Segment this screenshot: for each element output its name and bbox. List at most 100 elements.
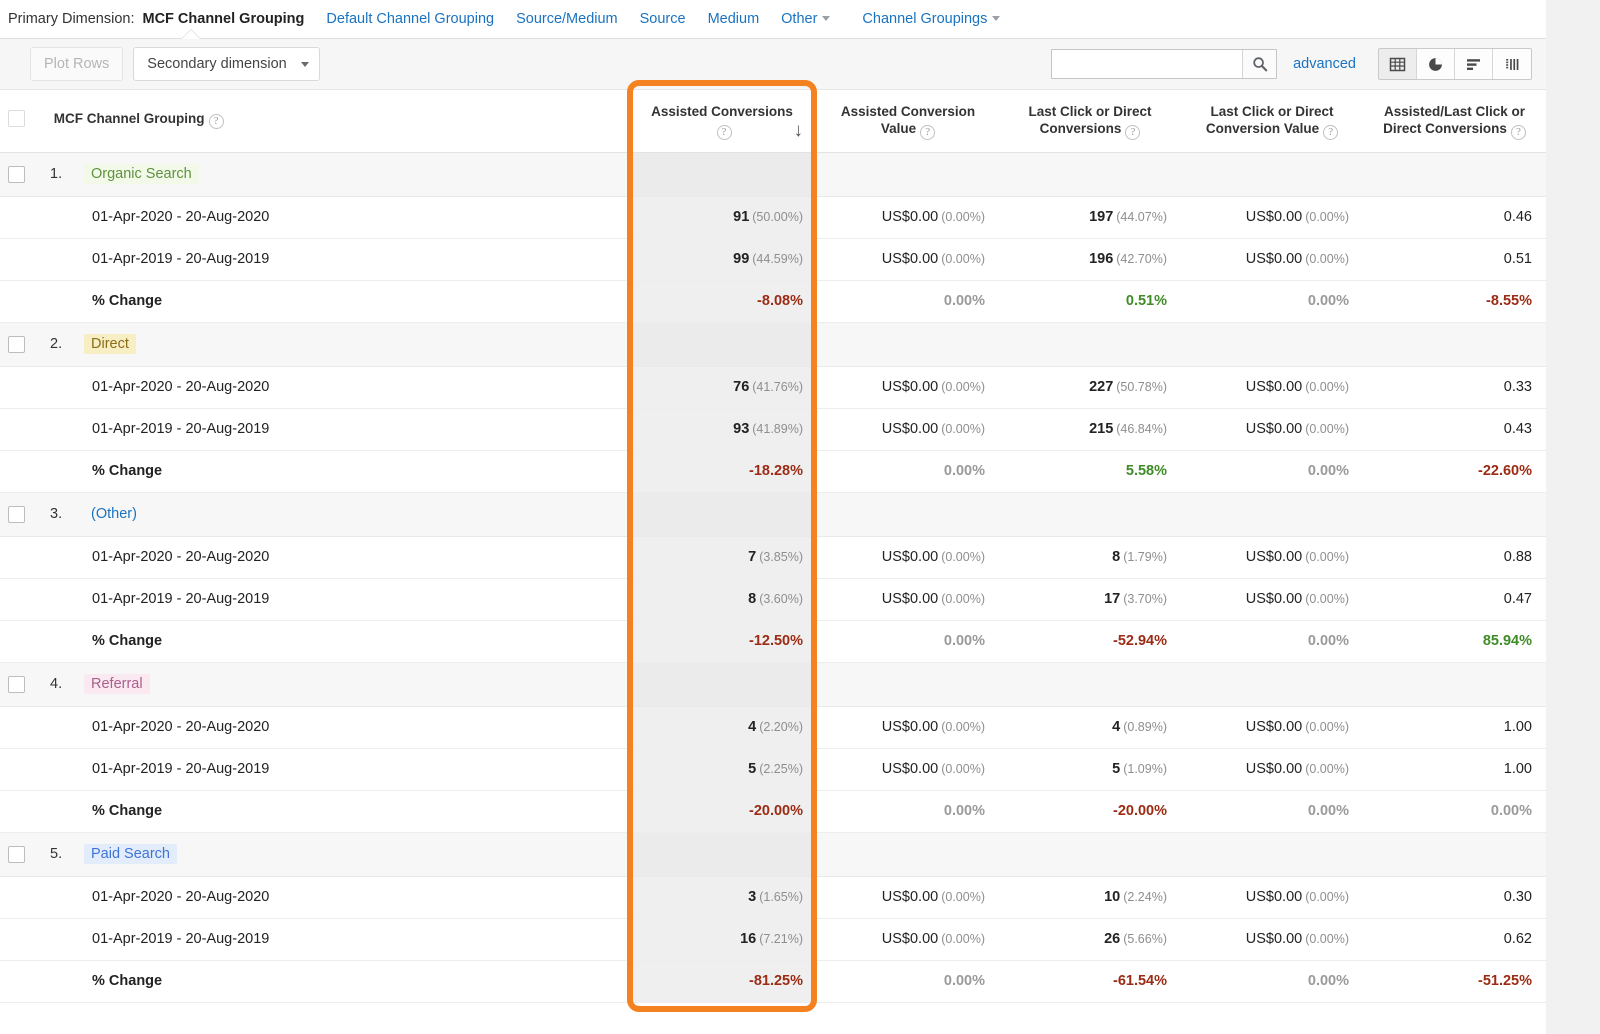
last-click-conversions-percent: (3.70%)	[1123, 592, 1167, 606]
select-all-checkbox[interactable]	[8, 110, 25, 127]
ratio-cell: 0.51	[1363, 238, 1546, 280]
date-range-cell: 01-Apr-2020 - 20-Aug-2020	[0, 196, 627, 238]
assisted-conversions-percent: (7.21%)	[759, 932, 803, 946]
search-input[interactable]	[1052, 50, 1242, 78]
date-range-label: 01-Apr-2020 - 20-Aug-2020	[92, 209, 269, 225]
last-click-conversions-value: 227	[1089, 379, 1113, 395]
date-range-cell: 01-Apr-2019 - 20-Aug-2019	[0, 238, 627, 280]
channel-group-row: 3.(Other)	[0, 492, 1546, 536]
help-icon[interactable]: ?	[717, 125, 732, 140]
column-header-dimension[interactable]: MCF Channel Grouping?	[0, 90, 627, 152]
assisted-conversion-value-percent: (0.00%)	[941, 720, 985, 734]
column-header-last-click-conversion-value[interactable]: Last Click or Direct Conversion Value?	[1181, 90, 1363, 152]
group-last-click-conversions-cell	[999, 662, 1181, 706]
assisted-conversion-value-percent: (0.00%)	[941, 210, 985, 224]
last-click-conversions-cell: 227(50.78%)	[999, 366, 1181, 408]
primary-dimension-other-menu[interactable]: Other	[781, 11, 830, 27]
primary-dimension-source-medium[interactable]: Source/Medium	[516, 11, 618, 27]
last-click-conversion-value-percent: (0.00%)	[1305, 210, 1349, 224]
last-click-conversions-percent: (0.89%)	[1123, 720, 1167, 734]
pivot-view-button[interactable]	[1493, 49, 1531, 79]
assisted-conversion-value-value: US$0.00	[882, 251, 938, 267]
toolbar-right-group: advanced	[1051, 48, 1532, 80]
last-click-conversions-percent: (44.07%)	[1116, 210, 1167, 224]
table-row: 01-Apr-2019 - 20-Aug-20198(3.60%)US$0.00…	[0, 578, 1546, 620]
assisted-conversion-value-value: US$0.00	[882, 931, 938, 947]
assisted-conversion-value-value: US$0.00	[882, 379, 938, 395]
assisted-conversion-value-cell: US$0.00(0.00%)	[817, 366, 999, 408]
assisted-conversions-value: 4	[748, 719, 756, 735]
secondary-dimension-button[interactable]: Secondary dimension	[133, 47, 319, 81]
assisted-conversion-value-value: US$0.00	[882, 549, 938, 565]
last-click-conversion-value-value: US$0.00	[1246, 209, 1302, 225]
assisted-conversions-change-cell: -18.28%	[627, 450, 817, 492]
group-last-click-conversions-cell	[999, 832, 1181, 876]
channel-name-link[interactable]: (Other)	[84, 504, 144, 524]
column-header-assisted-conversion-value[interactable]: Assisted Conversion Value?	[817, 90, 999, 152]
date-range-label: 01-Apr-2019 - 20-Aug-2019	[92, 761, 269, 777]
table-header: MCF Channel Grouping? Assisted Conversio…	[0, 90, 1546, 152]
advanced-search-link[interactable]: advanced	[1293, 56, 1356, 72]
search-button[interactable]	[1242, 50, 1276, 78]
help-icon[interactable]: ?	[209, 114, 224, 129]
percentage-view-button[interactable]	[1417, 49, 1455, 79]
primary-dimension-source[interactable]: Source	[640, 11, 686, 27]
channel-name-link[interactable]: Direct	[84, 334, 136, 354]
last-click-conversions-cell: 10(2.24%)	[999, 876, 1181, 918]
channel-groupings-menu[interactable]: Channel Groupings	[862, 11, 1000, 27]
column-header-last-click-conversions[interactable]: Last Click or Direct Conversions?	[999, 90, 1181, 152]
channel-group-cell: 3.(Other)	[0, 492, 627, 536]
group-ratio-cell	[1363, 662, 1546, 706]
column-header-assisted-last-click-ratio[interactable]: Assisted/Last Click or Direct Conversion…	[1363, 90, 1546, 152]
group-assisted-conversions-cell	[627, 832, 817, 876]
row-index: 5.	[50, 846, 84, 862]
row-checkbox[interactable]	[8, 166, 25, 183]
assisted-conversions-table: MCF Channel Grouping? Assisted Conversio…	[0, 90, 1546, 1003]
table-view-button[interactable]	[1379, 49, 1417, 79]
ratio-cell: 0.62	[1363, 918, 1546, 960]
assisted-conversions-change-value: -18.28%	[749, 463, 803, 479]
percent-change-label-cell: % Change	[0, 790, 627, 832]
help-icon[interactable]: ?	[920, 125, 935, 140]
group-last-click-conversion-value-cell	[1181, 152, 1363, 196]
help-icon[interactable]: ?	[1323, 125, 1338, 140]
last-click-conversion-value-value: US$0.00	[1246, 421, 1302, 437]
channel-name-link[interactable]: Paid Search	[84, 844, 177, 864]
sort-descending-icon[interactable]: ↓	[794, 121, 804, 140]
group-ratio-cell	[1363, 832, 1546, 876]
last-click-conversion-value-value: US$0.00	[1246, 591, 1302, 607]
help-icon[interactable]: ?	[1125, 125, 1140, 140]
group-last-click-conversion-value-cell	[1181, 662, 1363, 706]
last-click-conversions-value: 10	[1104, 889, 1120, 905]
last-click-conversions-change-value: -52.94%	[1113, 633, 1167, 649]
group-ratio-cell	[1363, 322, 1546, 366]
channel-name-link[interactable]: Referral	[84, 674, 150, 694]
last-click-conversions-cell: 196(42.70%)	[999, 238, 1181, 280]
channel-name-link[interactable]: Organic Search	[84, 164, 199, 184]
primary-dimension-default-channel-grouping[interactable]: Default Channel Grouping	[326, 11, 494, 27]
table-header-row: MCF Channel Grouping? Assisted Conversio…	[0, 90, 1546, 152]
assisted-conversions-cell: 8(3.60%)	[627, 578, 817, 620]
column-header-assisted-conversions[interactable]: Assisted Conversions ? ↓	[627, 90, 817, 152]
group-ratio-cell	[1363, 492, 1546, 536]
primary-dimension-medium[interactable]: Medium	[708, 11, 760, 27]
row-checkbox[interactable]	[8, 506, 25, 523]
row-checkbox[interactable]	[8, 846, 25, 863]
group-last-click-conversions-cell	[999, 322, 1181, 366]
last-click-conversions-cell: 8(1.79%)	[999, 536, 1181, 578]
channel-group-row: 2.Direct	[0, 322, 1546, 366]
percent-change-label: % Change	[92, 293, 162, 309]
assisted-conversions-percent: (3.85%)	[759, 550, 803, 564]
last-click-conversions-percent: (5.66%)	[1123, 932, 1167, 946]
ratio-change-value: 85.94%	[1483, 633, 1532, 649]
group-ratio-cell	[1363, 152, 1546, 196]
last-click-conversions-value: 17	[1104, 591, 1120, 607]
last-click-conversion-value-cell: US$0.00(0.00%)	[1181, 876, 1363, 918]
help-icon[interactable]: ?	[1511, 125, 1526, 140]
performance-view-button[interactable]	[1455, 49, 1493, 79]
row-checkbox[interactable]	[8, 676, 25, 693]
plot-rows-button[interactable]: Plot Rows	[30, 47, 123, 81]
last-click-conversion-value-value: US$0.00	[1246, 761, 1302, 777]
row-checkbox[interactable]	[8, 336, 25, 353]
last-click-conversion-value-percent: (0.00%)	[1305, 592, 1349, 606]
